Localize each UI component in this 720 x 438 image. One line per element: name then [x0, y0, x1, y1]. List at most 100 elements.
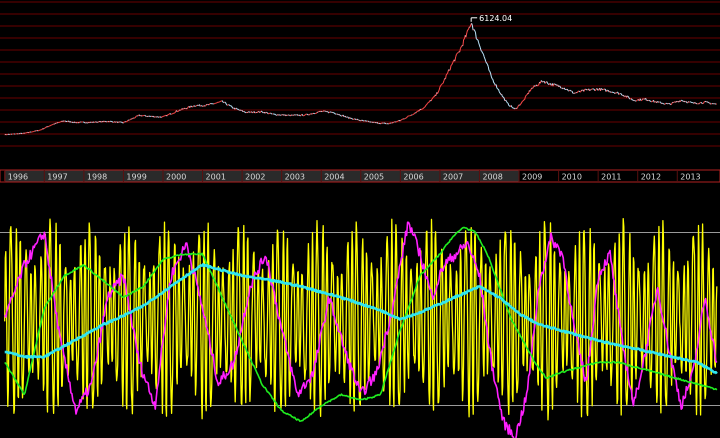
price-segment-255 — [205, 104, 207, 107]
timeline-label-2008: 2008 — [482, 173, 502, 182]
price-segment-281 — [225, 103, 228, 106]
price-segment-553 — [441, 83, 443, 85]
price-segment-573 — [456, 52, 459, 54]
price-segment-622 — [495, 84, 498, 89]
price-segment-653 — [520, 102, 522, 105]
price-segment-431 — [344, 115, 347, 118]
price-panel-grid — [0, 1, 720, 147]
price-segment-521 — [415, 111, 418, 114]
price-segment-681 — [542, 81, 544, 83]
price-segment-724 — [576, 91, 578, 94]
price-segment-658 — [524, 96, 526, 100]
price-segment-572 — [456, 52, 458, 55]
price-segment-451 — [360, 119, 362, 122]
price-segment-383 — [306, 113, 309, 116]
price-segment-492 — [392, 121, 395, 124]
price-segment-296 — [237, 108, 240, 111]
price-segment-565 — [450, 64, 453, 66]
price-segment-401 — [320, 110, 323, 113]
price-segment-772 — [614, 92, 616, 95]
price-segment-552 — [440, 84, 442, 86]
price-segment-166 — [134, 115, 137, 118]
price-segment-783 — [623, 94, 625, 97]
price-segment-411 — [328, 111, 331, 114]
price-segment-570 — [454, 56, 457, 62]
price-segment-366 — [293, 114, 295, 116]
price-segment-218 — [176, 110, 178, 112]
price-segment-655 — [521, 100, 524, 102]
timeline-label-2006: 2006 — [403, 173, 423, 182]
timeline-label-2000: 2000 — [166, 173, 186, 182]
price-segment-725 — [577, 90, 579, 93]
price-segment-684 — [544, 81, 547, 84]
price-segment-577 — [460, 46, 462, 49]
price-segment-718 — [571, 90, 574, 94]
price-segment-548 — [437, 91, 439, 94]
price-segment-542 — [432, 96, 435, 99]
price-segment-144 — [117, 121, 120, 124]
price-segment-160 — [130, 118, 132, 120]
price-segment-581 — [463, 38, 465, 40]
price-segment-890 — [707, 101, 710, 104]
price-segment-159 — [129, 118, 131, 121]
timeline-label-1997: 1997 — [47, 173, 67, 182]
price-segment-674 — [536, 84, 539, 87]
price-segment-605 — [482, 52, 484, 55]
price-segment-48 — [41, 128, 44, 130]
price-segment-335 — [268, 112, 271, 115]
price-segment-817 — [650, 100, 652, 103]
price-segment-288 — [231, 106, 234, 109]
price-segment-395 — [316, 111, 318, 114]
price-segment-631 — [502, 96, 505, 99]
timeline-label-1998: 1998 — [87, 173, 107, 182]
price-segment-868 — [690, 101, 692, 103]
price-segment-308 — [247, 111, 249, 114]
price-segment-580 — [462, 39, 465, 46]
price-segment-642 — [511, 106, 514, 109]
price-segment-206 — [166, 114, 169, 117]
price-segment-58 — [49, 124, 51, 127]
price-segment-377 — [301, 114, 304, 117]
price-segment-686 — [546, 81, 548, 84]
price-segment-442 — [353, 118, 355, 120]
price-segment-280 — [225, 102, 227, 105]
price-segment-635 — [505, 100, 508, 103]
price-segment-567 — [452, 60, 454, 64]
timeline-label-2007: 2007 — [443, 173, 463, 182]
price-segment-133 — [108, 120, 111, 123]
price-segment-1 — [4, 133, 6, 136]
price-segment-316 — [253, 111, 256, 114]
price-segment-833 — [662, 102, 665, 105]
price-segment-641 — [510, 105, 513, 108]
price-segment-137 — [112, 121, 114, 123]
price-segment-373 — [298, 114, 301, 117]
price-segment-806 — [641, 98, 643, 101]
price-segment-829 — [659, 101, 662, 103]
price-segment-149 — [121, 121, 123, 124]
price-segment-611 — [486, 64, 489, 67]
price-segment-530 — [422, 107, 425, 109]
price-segment-589 — [469, 24, 472, 28]
price-segment-612 — [487, 66, 490, 71]
price-segment-742 — [590, 88, 593, 91]
price-segment-276 — [221, 100, 224, 103]
price-segment-584 — [465, 32, 468, 38]
price-segment-189 — [153, 115, 155, 118]
price-segment-616 — [490, 76, 493, 79]
price-segment-389 — [311, 113, 313, 115]
price-segment-311 — [249, 111, 252, 113]
price-segment-873 — [694, 102, 696, 104]
price-segment-293 — [235, 107, 237, 110]
price-segment-61 — [51, 123, 54, 126]
price-segment-216 — [174, 111, 177, 114]
price-segment-656 — [522, 99, 525, 102]
price-segment-210 — [169, 113, 172, 115]
price-segment-604 — [481, 51, 484, 54]
price-segment-518 — [413, 112, 416, 115]
price-segment-496 — [396, 120, 398, 123]
price-segment-855 — [679, 99, 682, 102]
price-segment-617 — [491, 78, 494, 80]
price-segment-523 — [417, 110, 419, 112]
price-segment-614 — [489, 71, 491, 74]
price-segment-665 — [529, 89, 532, 92]
